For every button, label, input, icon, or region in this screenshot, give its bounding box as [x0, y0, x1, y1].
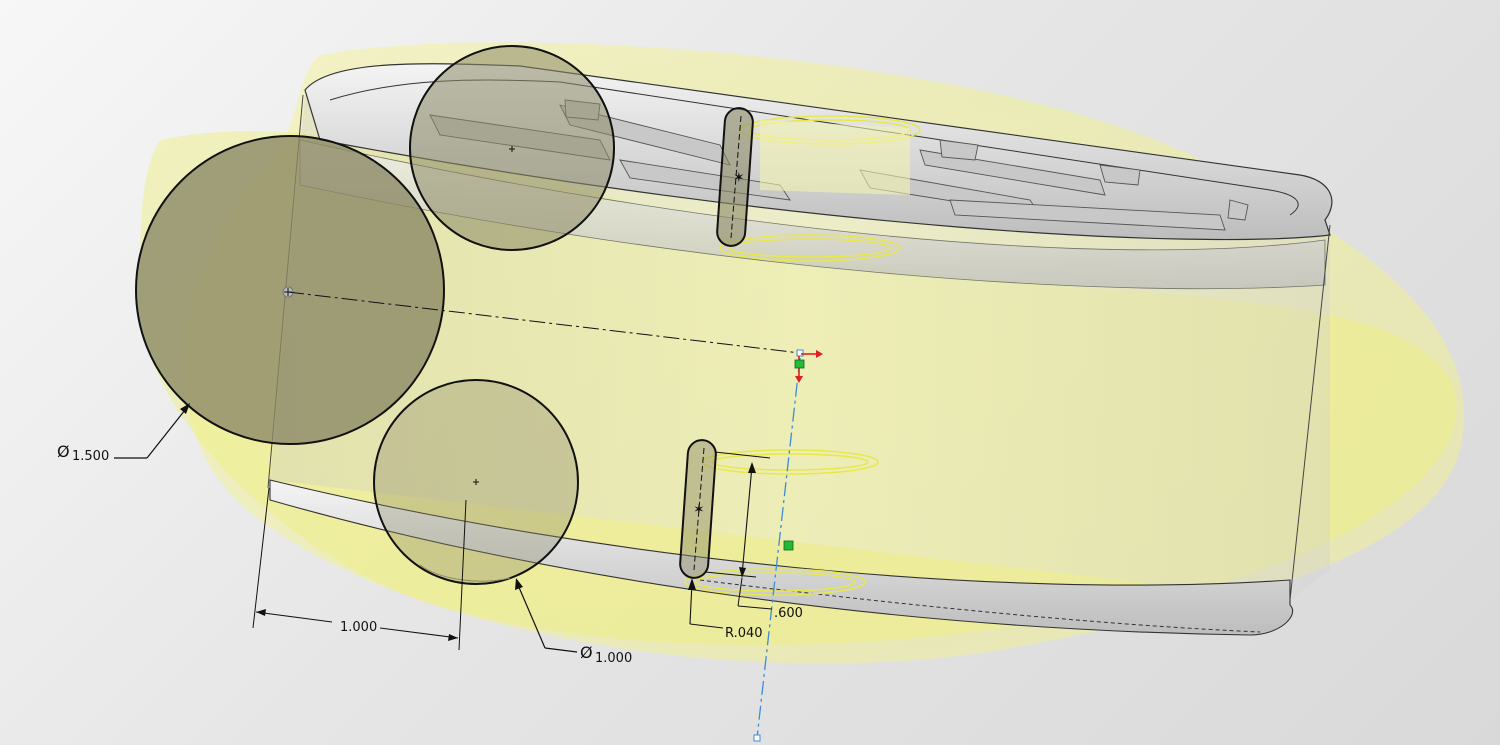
dim-diameter-symbol: Ø	[57, 442, 70, 461]
svg-text:✶: ✶	[733, 170, 745, 186]
dim-diameter-symbol: Ø	[580, 643, 593, 662]
dimension-diameter-large[interactable]: Ø 1.500	[57, 403, 190, 464]
axis-endpoint-top[interactable]	[796, 349, 804, 357]
dim-diameter-small-value: 1.000	[595, 651, 632, 666]
coincident-relation-icon[interactable]	[783, 540, 794, 551]
axis-endpoint-bottom[interactable]	[753, 734, 761, 742]
dim-diameter-large-value: 1.500	[72, 449, 109, 464]
boss-preview	[760, 120, 910, 195]
dim-horizontal-value: 1.000	[340, 620, 377, 635]
dim-slot-height-value: .600	[774, 606, 803, 621]
cad-graphics-area[interactable]: ✶ ✶ Ø 1.500 Ø 1.000 1.000 .600 R.040	[0, 0, 1500, 745]
dim-slot-radius-value: R.040	[725, 626, 763, 641]
svg-text:✶: ✶	[693, 502, 705, 518]
